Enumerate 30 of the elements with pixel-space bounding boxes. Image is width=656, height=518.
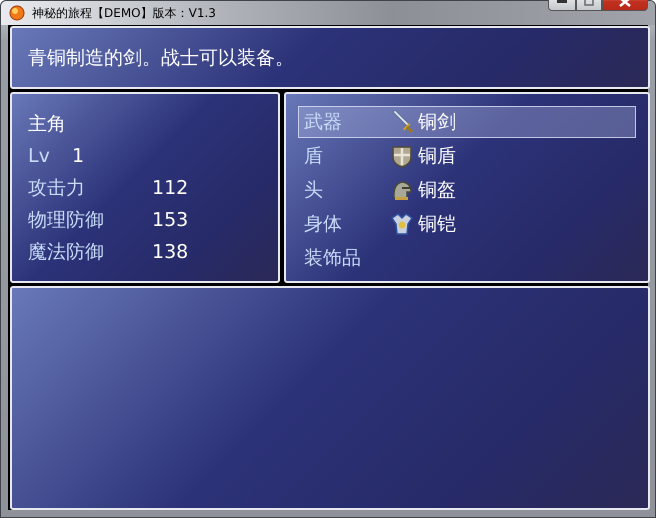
slot-label: 武器 [304, 110, 343, 135]
equipment-slot[interactable]: 身体 铜铠 [298, 208, 636, 240]
level-value: 1 [72, 145, 84, 167]
equipment-slot[interactable]: 武器 铜剑 [298, 106, 636, 138]
stat-label: 攻击力 [28, 176, 86, 201]
stat-label: 物理防御 [28, 208, 105, 233]
item-name: 铜剑 [418, 110, 456, 135]
slot-label: 装饰品 [304, 246, 362, 271]
slot-label: 盾 [304, 144, 324, 169]
sword-icon [390, 110, 414, 134]
shield-icon [390, 144, 414, 168]
window-title: 神秘的旅程【DEMO】版本：V1.3 [32, 4, 217, 22]
level-label: Lv [28, 145, 51, 167]
help-text: 青铜制造的剑。战士可以装备。 [28, 46, 294, 70]
armor-icon [390, 212, 414, 236]
item-name: 铜盾 [418, 144, 456, 169]
slot-label: 身体 [304, 212, 343, 237]
app-icon [9, 5, 25, 21]
minimize-icon [557, 0, 567, 4]
slot-label: 头 [304, 178, 324, 203]
item-name: 铜铠 [418, 212, 456, 237]
stat-value: 112 [152, 177, 188, 199]
equipment-slot[interactable]: 盾 铜盾 [298, 140, 636, 172]
equipment-slot[interactable]: 装饰品 [298, 242, 636, 274]
stat-value: 138 [152, 241, 188, 263]
actor-name: 主角 [28, 112, 66, 137]
equipment-slot[interactable]: 头 铜盔 [298, 174, 636, 206]
item-name: 铜盔 [418, 178, 456, 203]
stat-value: 153 [152, 209, 188, 231]
stat-label: 魔法防御 [28, 240, 105, 265]
